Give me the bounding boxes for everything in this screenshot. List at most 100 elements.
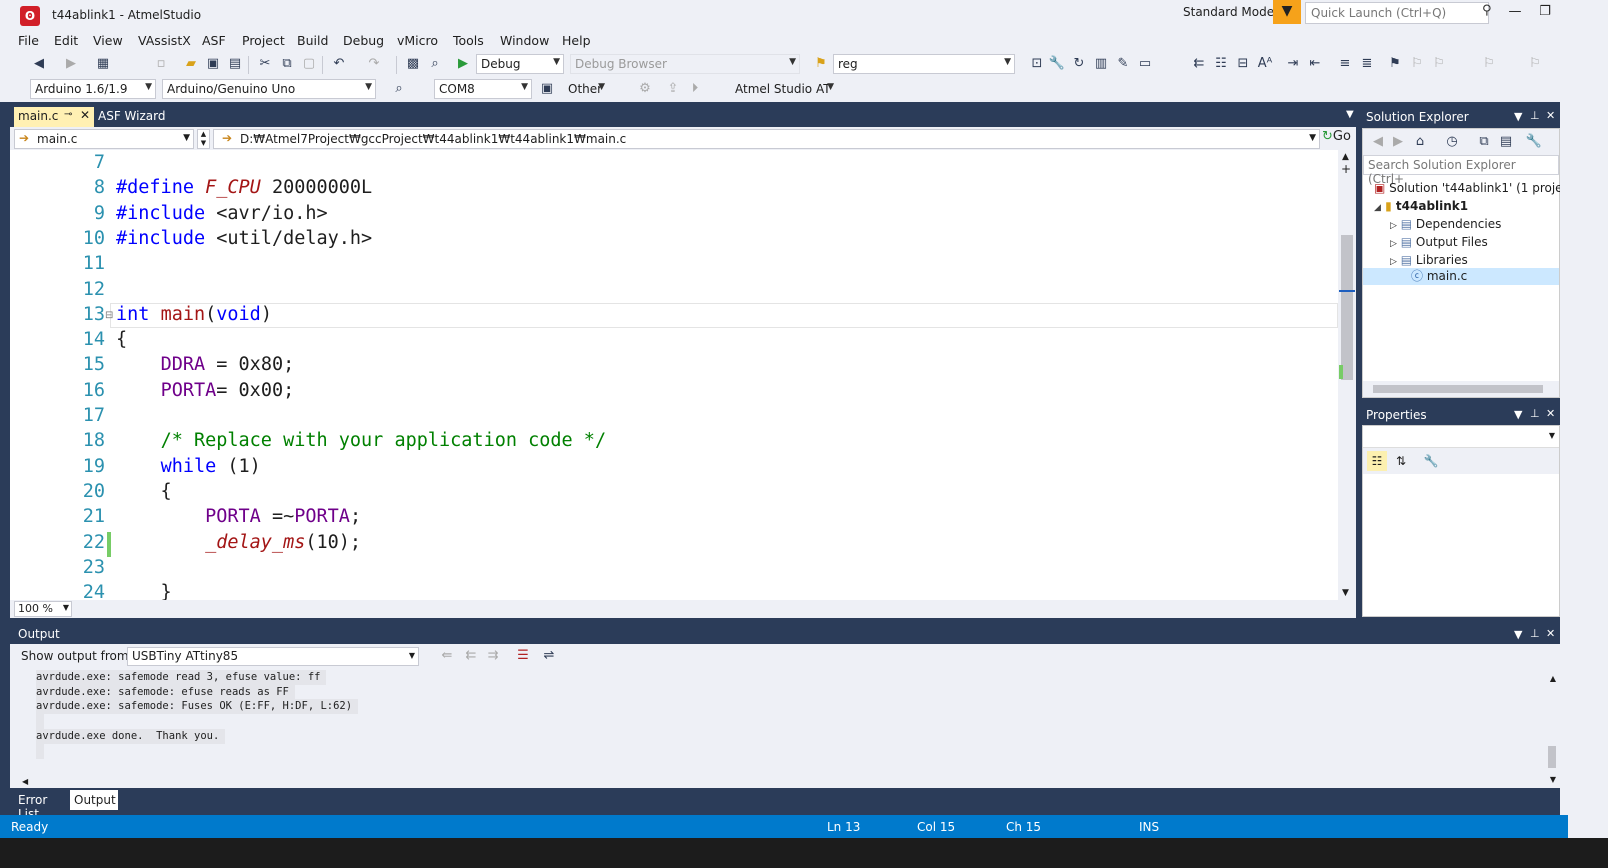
menu-vmicro[interactable]: vMicro bbox=[397, 33, 438, 48]
split-icon[interactable]: + bbox=[1341, 162, 1351, 176]
gear-icon[interactable]: ⚙ bbox=[636, 80, 654, 98]
copy-icon[interactable]: ⧉ bbox=[278, 55, 296, 73]
dropdown-icon[interactable]: ▼ bbox=[1514, 408, 1522, 421]
menu-tools[interactable]: Tools bbox=[453, 33, 484, 48]
save-all-icon[interactable]: ▤ bbox=[226, 55, 244, 73]
properties-object-select[interactable]: ▼ bbox=[1363, 426, 1559, 448]
solution-search-input[interactable]: Search Solution Explorer (Ctrl+ bbox=[1363, 155, 1559, 186]
solution-configurations-icon[interactable]: ▩ bbox=[404, 55, 422, 73]
solution-node[interactable]: ▣ Solution 't44ablink1' (1 project) bbox=[1374, 180, 1579, 197]
nav-spinner[interactable]: ▲ ▼ bbox=[197, 129, 210, 149]
cut-icon[interactable]: ✂ bbox=[256, 55, 274, 73]
alphabetical-icon[interactable]: ⇅ bbox=[1391, 451, 1411, 471]
output-text-area[interactable]: avrdude.exe: safemode read 3, efuse valu… bbox=[10, 668, 1560, 788]
close-icon[interactable]: ✕ bbox=[1546, 109, 1555, 122]
tree-item-output-files[interactable]: ▷ ▤ Output Files bbox=[1390, 234, 1488, 251]
clear-all-icon[interactable]: ☰ bbox=[514, 647, 532, 665]
undo-icon[interactable]: ↶ bbox=[330, 55, 348, 73]
zoom-select[interactable]: 100 % ▼ bbox=[14, 601, 72, 617]
scroll-down-icon[interactable]: ▼ bbox=[1550, 775, 1556, 784]
restore-button[interactable]: ❐ bbox=[1532, 4, 1558, 24]
scroll-up-icon[interactable]: ▲ bbox=[1550, 674, 1556, 683]
bookmark-next-icon[interactable]: ⚐ bbox=[1408, 55, 1426, 73]
scroll-thumb[interactable] bbox=[1341, 235, 1353, 380]
close-icon[interactable]: ✕ bbox=[1546, 627, 1555, 640]
paste-icon[interactable]: ▢ bbox=[300, 55, 318, 73]
font-size-icon[interactable]: Aᴬ bbox=[1256, 55, 1274, 73]
menu-asf[interactable]: ASF bbox=[202, 33, 226, 48]
close-icon[interactable]: ✕ bbox=[80, 108, 90, 122]
properties-icon[interactable]: 🔧 bbox=[1525, 133, 1543, 151]
word-wrap-icon[interactable]: ⇌ bbox=[540, 647, 558, 665]
chip-icon[interactable]: ▥ bbox=[1092, 55, 1110, 73]
back-icon[interactable]: ◀ bbox=[1369, 133, 1387, 151]
uncomment-lines-icon[interactable]: ≣ bbox=[1358, 55, 1376, 73]
tool-select[interactable]: Atmel Studio AT ▼ bbox=[730, 79, 838, 99]
menu-file[interactable]: File bbox=[18, 33, 39, 48]
add-item-icon[interactable]: ▫ bbox=[152, 55, 170, 73]
go-button[interactable]: ↻Go bbox=[1322, 129, 1356, 149]
menu-project[interactable]: Project bbox=[242, 33, 285, 48]
close-icon[interactable]: ✕ bbox=[1546, 407, 1555, 420]
board-select[interactable]: Arduino/Genuino Uno ▼ bbox=[162, 79, 376, 99]
menu-vassistx[interactable]: VAssistX bbox=[138, 33, 191, 48]
tree-item-dependencies[interactable]: ▷ ▤ Dependencies bbox=[1390, 216, 1501, 233]
categorized-icon[interactable]: ☷ bbox=[1367, 451, 1387, 471]
scroll-thumb[interactable] bbox=[1548, 746, 1556, 768]
tab-error-list[interactable]: Error List bbox=[14, 790, 70, 821]
tab-asf-wizard[interactable]: ASF Wizard bbox=[96, 107, 168, 127]
indent-icon[interactable]: ⇥ bbox=[1284, 55, 1302, 73]
menu-edit[interactable]: Edit bbox=[54, 33, 78, 48]
arduino-version-select[interactable]: Arduino 1.6/1.9 ▼ bbox=[30, 79, 156, 99]
find-in-files-icon[interactable]: ⚑ bbox=[812, 55, 830, 73]
bookmark-last-icon[interactable]: ⚐ bbox=[1526, 55, 1544, 73]
bookmark-prev-icon[interactable]: ⇇ bbox=[1190, 55, 1208, 73]
scroll-left-icon[interactable]: ◀ bbox=[22, 777, 28, 786]
scroll-up-icon[interactable]: ▲ bbox=[1342, 152, 1349, 162]
menu-debug[interactable]: Debug bbox=[343, 33, 384, 48]
debug-browser-select[interactable]: Debug Browser ▼ bbox=[570, 54, 800, 74]
file-navigation-combo[interactable]: ➔ main.c ▼ bbox=[14, 129, 194, 149]
quick-launch-input[interactable]: Quick Launch (Ctrl+Q) bbox=[1305, 2, 1489, 24]
wrench-icon[interactable]: 🔧 bbox=[1048, 55, 1066, 73]
outdent-icon[interactable]: ⇤ bbox=[1306, 55, 1324, 73]
menu-window[interactable]: Window bbox=[500, 33, 549, 48]
redo-icon[interactable]: ↷ bbox=[365, 55, 383, 73]
pin-icon[interactable]: ⊥ bbox=[1530, 407, 1540, 420]
pin-icon[interactable]: ⊥ bbox=[1530, 109, 1540, 122]
play-icon[interactable]: ⏵ bbox=[686, 80, 704, 98]
find-message-icon[interactable]: ⇚ bbox=[438, 647, 456, 665]
save-icon[interactable]: ▣ bbox=[204, 55, 222, 73]
project-node[interactable]: ◢ ▮ t44ablink1 bbox=[1374, 198, 1468, 215]
menu-help[interactable]: Help bbox=[562, 33, 591, 48]
tab-main-c[interactable]: main.c ⊸ ✕ bbox=[14, 107, 94, 127]
device-programming-icon[interactable]: ⊡ bbox=[1028, 55, 1046, 73]
comment-icon[interactable]: ☷ bbox=[1212, 55, 1230, 73]
path-navigation-combo[interactable]: ➔ D:₩Atmel7Project₩gccProject₩t44ablink1… bbox=[213, 129, 1320, 149]
pin-icon[interactable]: ⊥ bbox=[1530, 627, 1540, 640]
serial-monitor-icon[interactable]: ▣ bbox=[538, 80, 556, 98]
forward-icon[interactable]: ▶ bbox=[1389, 133, 1407, 151]
new-project-icon[interactable]: ▦ bbox=[94, 55, 112, 73]
next-message-icon[interactable]: ⇉ bbox=[484, 647, 502, 665]
tab-output[interactable]: Output bbox=[70, 790, 118, 810]
comment-lines-icon[interactable]: ≡ bbox=[1336, 55, 1354, 73]
dropdown-icon[interactable]: ▼ bbox=[1514, 628, 1522, 641]
output-source-select[interactable]: USBTiny ATtiny85 ▼ bbox=[127, 647, 419, 666]
property-pages-icon[interactable]: 🔧 bbox=[1421, 451, 1441, 471]
show-all-files-icon[interactable]: ▤ bbox=[1497, 133, 1515, 151]
tab-overflow-icon[interactable]: ▼ bbox=[1346, 109, 1354, 120]
start-debugging-icon[interactable]: ▶ bbox=[454, 55, 472, 73]
solution-explorer-hscrollbar[interactable] bbox=[1363, 381, 1559, 397]
refresh-icon[interactable]: ↻ bbox=[1070, 55, 1088, 73]
menu-view[interactable]: View bbox=[93, 33, 123, 48]
home-icon[interactable]: ⌂ bbox=[1411, 133, 1429, 151]
other-select[interactable]: Other ▼ bbox=[563, 79, 609, 99]
find-icon[interactable]: ⌕ bbox=[426, 55, 444, 73]
scroll-thumb[interactable] bbox=[1373, 385, 1543, 393]
pending-changes-icon[interactable]: ◷ bbox=[1443, 133, 1461, 151]
bookmark-folder-icon[interactable]: ⚐ bbox=[1480, 55, 1498, 73]
back-icon[interactable]: ◀ bbox=[30, 55, 48, 73]
collapse-all-icon[interactable]: ⧉ bbox=[1475, 133, 1493, 151]
prev-message-icon[interactable]: ⇇ bbox=[462, 647, 480, 665]
